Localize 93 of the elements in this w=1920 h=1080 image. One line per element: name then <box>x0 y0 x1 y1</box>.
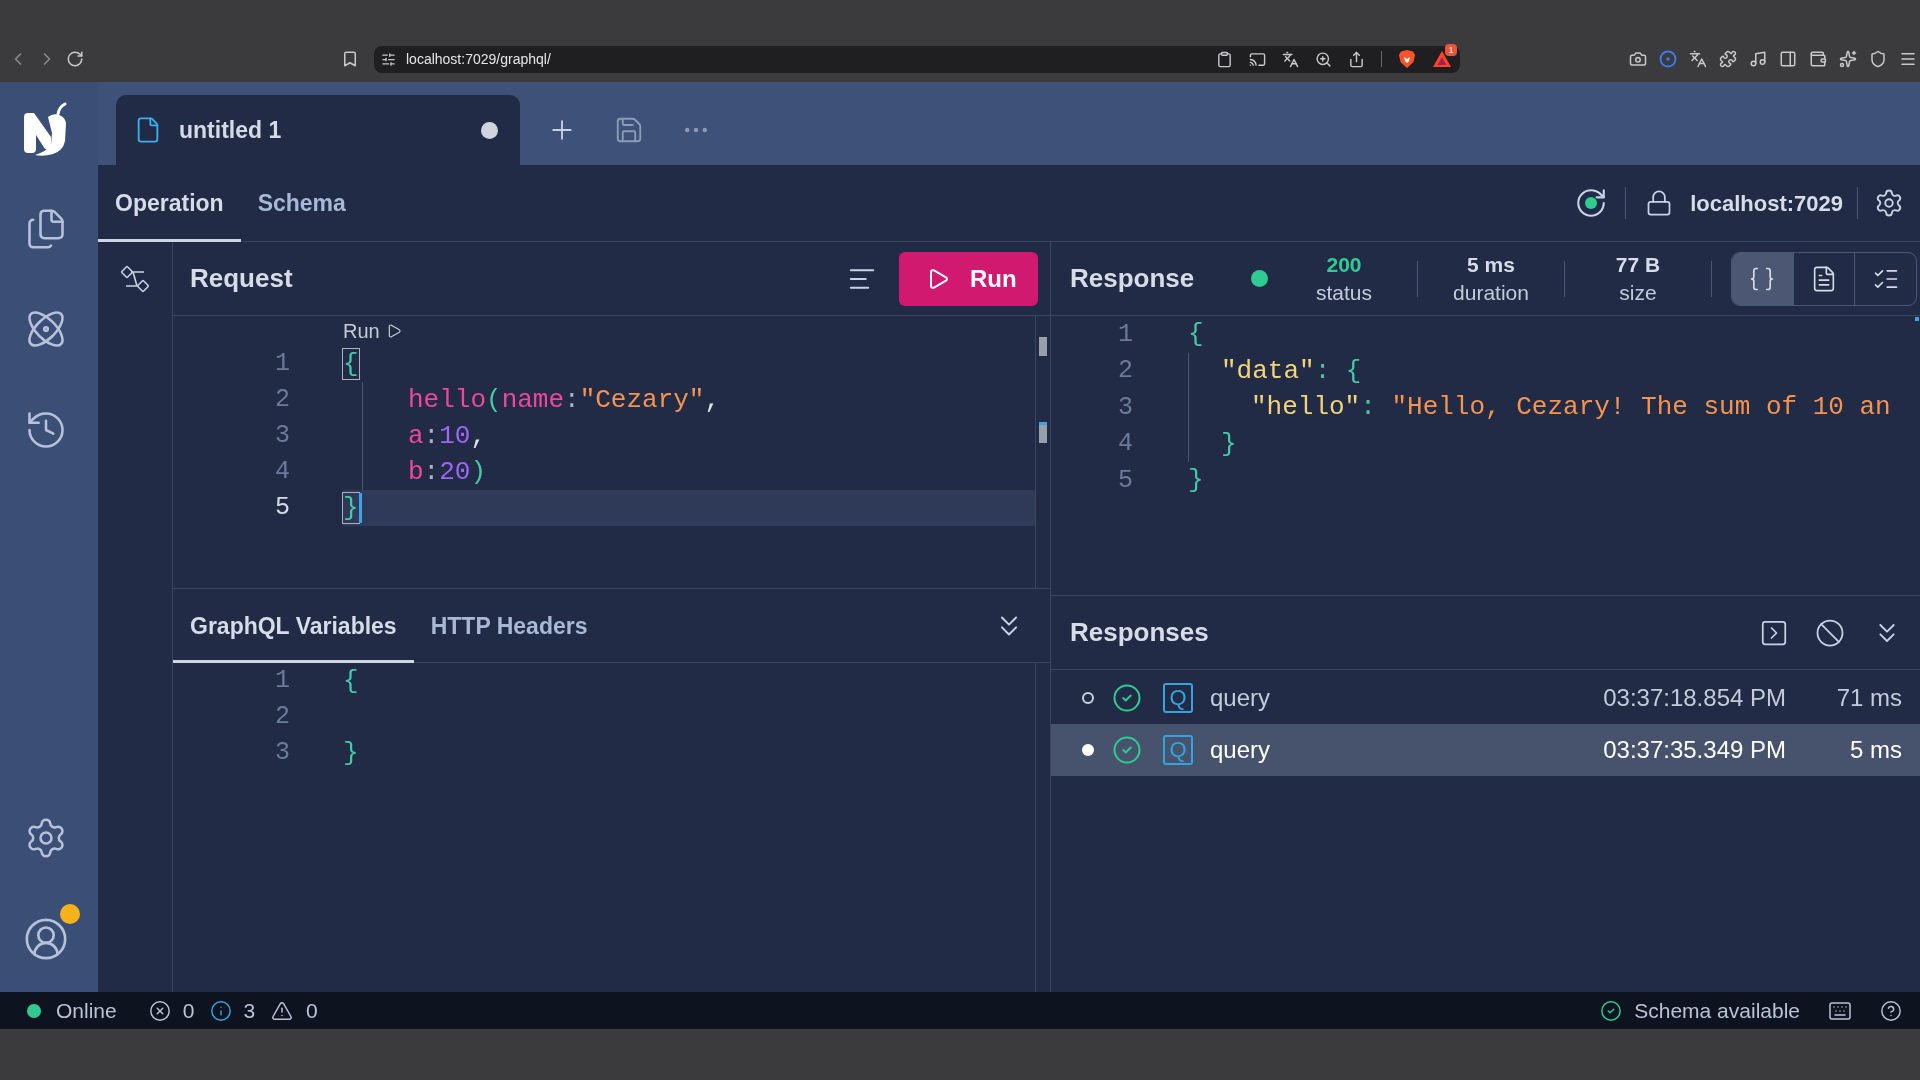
error-icon[interactable] <box>148 999 171 1022</box>
circle-dot-icon[interactable] <box>1659 50 1677 68</box>
save-icon[interactable] <box>614 115 644 145</box>
settings-icon[interactable] <box>1874 188 1904 218</box>
line-number: 3 <box>274 420 290 453</box>
editor-tab[interactable]: HTTP Headers <box>413 589 605 663</box>
line-number: 2 <box>1117 355 1133 387</box>
menu-icon[interactable] <box>1899 50 1917 68</box>
document-tab[interactable]: untitled 1 <box>116 95 520 165</box>
line-number: 2 <box>274 384 290 417</box>
line-number: 4 <box>1117 428 1133 460</box>
line-number: 5 <box>274 492 290 525</box>
info-icon[interactable] <box>210 999 233 1022</box>
editor-tab[interactable]: GraphQL Variables <box>173 589 414 663</box>
stat-value: 200 <box>1326 251 1362 278</box>
response-duration: 71 ms <box>1836 683 1902 713</box>
code-line: { <box>1188 318 1204 351</box>
view-tab[interactable]: Schema <box>240 165 363 242</box>
puzzle-icon[interactable] <box>1719 50 1737 68</box>
stat-label: status <box>1316 279 1372 306</box>
wallet-icon[interactable] <box>1809 50 1827 68</box>
ruler-mark <box>1915 317 1919 321</box>
code-line: a:10, <box>408 420 487 452</box>
panel-title: Responses <box>1070 616 1209 649</box>
line-number: 5 <box>1117 464 1133 497</box>
flow-icon[interactable] <box>120 264 150 294</box>
response-duration: 5 ms <box>1850 735 1902 765</box>
sparkles-icon[interactable] <box>1839 50 1857 68</box>
operation-name: query <box>1210 683 1271 713</box>
operation-type-badge: Q <box>1163 683 1193 713</box>
clipboard-icon[interactable] <box>1216 50 1233 68</box>
line-number: 1 <box>1117 318 1133 351</box>
line-number: 3 <box>1117 391 1133 424</box>
code-line: { <box>343 665 359 697</box>
reload-icon[interactable] <box>66 50 84 68</box>
site-settings-icon[interactable] <box>381 51 396 67</box>
url-text[interactable]: localhost:7029/graphql/ <box>406 48 551 70</box>
schema-status: Schema available <box>1634 997 1800 1024</box>
line-number: 3 <box>274 737 290 770</box>
response-time: 03:37:35.349 PM <box>1603 735 1786 765</box>
line-number: 1 <box>274 348 290 381</box>
shield-icon[interactable] <box>1869 50 1887 68</box>
line-number: 2 <box>274 701 290 734</box>
address-bar[interactable]: localhost:7029/graphql/ 1 <box>374 45 1460 73</box>
run-button[interactable]: Run <box>899 251 1038 306</box>
camera-icon[interactable] <box>1629 50 1647 68</box>
operation-type-badge: Q <box>1163 735 1193 765</box>
connection-status: Online <box>56 997 117 1024</box>
panel-title: Response <box>1070 262 1195 295</box>
stat-value: 5 ms <box>1467 251 1515 278</box>
view-tab[interactable]: Operation <box>98 165 241 242</box>
translate-icon[interactable] <box>1282 50 1299 68</box>
translate-icon[interactable] <box>1689 50 1707 68</box>
share-icon[interactable] <box>1348 50 1365 68</box>
cast-icon[interactable] <box>1249 50 1266 68</box>
code-line: } <box>343 737 359 769</box>
stat-value: 77 B <box>1615 251 1661 278</box>
ruler-mark <box>1039 422 1047 443</box>
code-line: "data": { <box>1221 354 1362 387</box>
stat-label: duration <box>1453 279 1529 306</box>
sidebar-toggle-icon[interactable] <box>1779 50 1797 68</box>
music-icon[interactable] <box>1749 50 1767 68</box>
line-number: 4 <box>274 456 290 489</box>
code-line: { <box>343 348 359 380</box>
code-line: } <box>343 492 359 524</box>
code-line: hello(name:"Cezary", <box>408 384 721 416</box>
endpoint-text: localhost:7029 <box>1690 189 1843 218</box>
notification-badge: 1 <box>1445 44 1457 56</box>
ruler-mark <box>1039 337 1047 356</box>
error-count: 0 <box>182 997 195 1024</box>
line-number: 1 <box>274 665 290 698</box>
warning-icon[interactable] <box>271 999 294 1022</box>
account-icon[interactable] <box>23 916 69 962</box>
zoom-icon[interactable] <box>1315 50 1332 68</box>
code-line: } <box>1221 427 1237 460</box>
code-line: } <box>1188 464 1204 497</box>
clear-icon[interactable] <box>1815 617 1845 648</box>
stat-label: size <box>1619 279 1657 306</box>
operation-name: query <box>1210 735 1271 765</box>
warning-count: 0 <box>306 997 318 1024</box>
info-count: 3 <box>243 997 256 1024</box>
response-row[interactable]: Q query 03:37:35.349 PM 5 ms <box>1051 724 1920 776</box>
help-icon[interactable] <box>1880 999 1902 1022</box>
code-line: "hello": "Hello, Cezary! The sum of 10 an <box>1251 391 1891 424</box>
code-line: b:20) <box>408 456 487 488</box>
panel-title: Request <box>190 262 293 295</box>
run-codelens-link[interactable]: Run <box>343 316 402 346</box>
text-cursor <box>358 493 362 523</box>
check-icon <box>1600 999 1623 1022</box>
shield-icon[interactable] <box>1398 49 1416 69</box>
response-row[interactable]: Q query 03:37:18.854 PM 71 ms <box>1051 672 1920 724</box>
response-time: 03:37:18.854 PM <box>1603 683 1786 713</box>
bookmark-icon[interactable] <box>341 50 359 68</box>
